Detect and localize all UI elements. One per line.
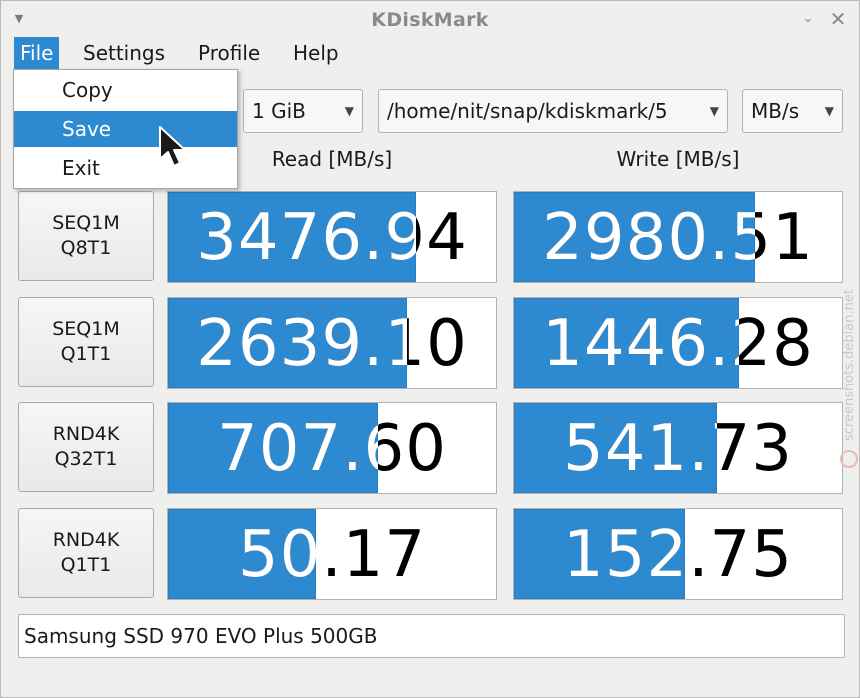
write-value-overlay: 541.73 [514, 403, 717, 493]
test-label-line1: RND4K [52, 529, 120, 551]
write-value-overlay: 1446.28 [514, 298, 739, 388]
write-value-overlay-text: 1446.28 [542, 307, 739, 381]
title-bar[interactable]: ▼ KDiskMark ⌄ ✕ [1, 1, 859, 37]
write-result-0: 2980.512980.51 [513, 191, 843, 283]
menu-item-copy[interactable]: Copy [14, 72, 237, 108]
write-value-overlay: 152.75 [514, 509, 685, 599]
unit-combo[interactable]: MB/s ▼ [742, 89, 843, 133]
menu-file[interactable]: File [14, 37, 60, 69]
chevron-down-icon: ▼ [824, 104, 834, 118]
mouse-cursor-icon [159, 126, 186, 167]
test-button-0[interactable]: SEQ1M Q8T1 [18, 191, 154, 281]
read-value-overlay: 3476.94 [168, 192, 416, 282]
read-value-overlay-text: 50.17 [237, 518, 316, 592]
test-label-line2: Q1T1 [60, 554, 112, 576]
write-result-3: 152.75152.75 [513, 508, 843, 600]
read-result-2: 707.60707.60 [167, 402, 497, 494]
path-value: /home/nit/snap/kdiskmark/5 [387, 99, 668, 123]
test-button-2[interactable]: RND4K Q32T1 [18, 402, 154, 492]
write-value-overlay-text: 541.73 [563, 412, 717, 486]
read-result-1: 2639.102639.10 [167, 297, 497, 389]
test-label-line2: Q8T1 [60, 237, 112, 259]
test-label-line2: Q32T1 [54, 448, 118, 470]
minimize-icon[interactable]: ⌄ [797, 8, 819, 30]
menu-help[interactable]: Help [287, 37, 345, 69]
write-header: Write [MB/s] [616, 147, 740, 171]
test-label-line1: SEQ1M [52, 318, 120, 340]
device-info-field[interactable]: Samsung SSD 970 EVO Plus 500GB [18, 614, 845, 658]
menu-item-exit[interactable]: Exit [14, 150, 237, 186]
write-value-overlay-text: 152.75 [563, 518, 685, 592]
watermark: screenshots.debian.net [840, 289, 858, 468]
read-result-0: 3476.943476.94 [167, 191, 497, 283]
menu-profile[interactable]: Profile [192, 37, 266, 69]
read-value-overlay-text: 3476.94 [196, 201, 416, 275]
watermark-text: screenshots.debian.net [842, 289, 857, 441]
read-value-overlay: 2639.10 [168, 298, 407, 388]
write-value-overlay: 2980.51 [514, 192, 755, 282]
read-value-overlay: 707.60 [168, 403, 378, 493]
size-combo[interactable]: 1 GiB ▼ [243, 89, 363, 133]
close-icon[interactable]: ✕ [827, 8, 849, 30]
test-label-line1: SEQ1M [52, 212, 120, 234]
chevron-down-icon: ▼ [344, 104, 354, 118]
write-value-overlay-text: 2980.51 [542, 201, 755, 275]
window-title: KDiskMark [371, 9, 489, 31]
path-combo[interactable]: /home/nit/snap/kdiskmark/5 ▼ [378, 89, 728, 133]
read-result-3: 50.1750.17 [167, 508, 497, 600]
test-label-line1: RND4K [52, 423, 120, 445]
menu-bar: File Settings Profile Help [1, 37, 859, 69]
read-value-overlay-text: 707.60 [217, 412, 378, 486]
write-result-2: 541.73541.73 [513, 402, 843, 494]
chevron-down-icon: ▼ [709, 104, 719, 118]
test-label-line2: Q1T1 [60, 343, 112, 365]
menu-settings[interactable]: Settings [77, 37, 171, 69]
kdiskmark-window: ▼ KDiskMark ⌄ ✕ File Settings Profile He… [0, 0, 860, 698]
watermark-logo-icon [840, 450, 858, 468]
read-value-overlay: 50.17 [168, 509, 316, 599]
write-result-1: 1446.281446.28 [513, 297, 843, 389]
menu-item-save[interactable]: Save [14, 111, 237, 147]
read-value-overlay-text: 2639.10 [196, 307, 407, 381]
test-button-1[interactable]: SEQ1M Q1T1 [18, 297, 154, 387]
test-button-3[interactable]: RND4K Q1T1 [18, 508, 154, 598]
file-menu-dropdown: Copy Save Exit [13, 69, 238, 189]
